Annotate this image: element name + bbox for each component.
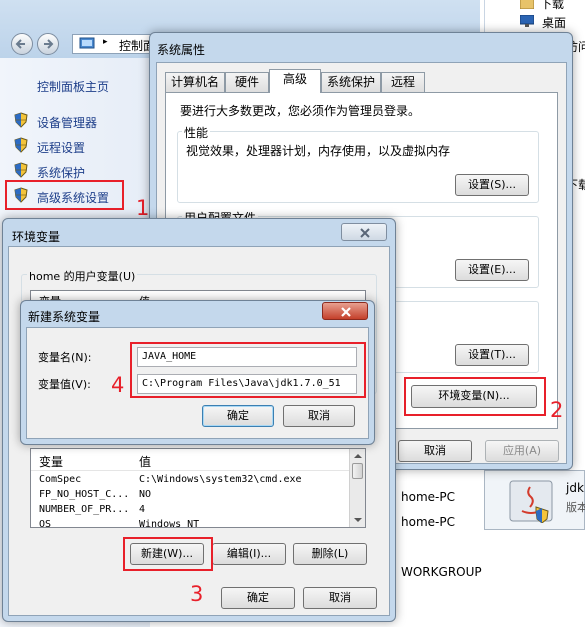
annotation-number-4: 4 (111, 373, 125, 397)
row-var-name: FP_NO_HOST_C... (39, 489, 130, 500)
system-properties-apply-button: 应用(A) (485, 440, 559, 462)
row-var-name: NUMBER_OF_PR... (39, 504, 130, 515)
new-variable-close-button[interactable] (322, 302, 368, 320)
variable-name-label: 变量名(N): (38, 351, 92, 364)
close-icon (341, 307, 351, 317)
row-var-value: Windows_NT (139, 519, 200, 528)
back-button[interactable] (11, 33, 33, 55)
row-var-name: ComSpec (39, 474, 82, 485)
variable-value-label: 变量值(V): (38, 378, 91, 391)
jdk-item-label: jdk (566, 481, 584, 495)
table-row[interactable]: FP_NO_HOST_C... NO (39, 489, 339, 503)
row-var-name: OS (39, 519, 52, 528)
uac-shield-icon (14, 112, 28, 128)
row-var-value: C:\Windows\system32\cmd.exe (139, 474, 302, 485)
full-computer-name-value: home-PC (401, 515, 455, 529)
new-variable-title: 新建系统变量 (28, 310, 101, 324)
tab-advanced[interactable]: 高级 (269, 69, 321, 93)
admin-note: 要进行大多数更改，您必须作为管理员登录。 (180, 104, 421, 118)
new-variable-cancel-button[interactable]: 取消 (283, 405, 355, 427)
uac-shield-icon (14, 162, 28, 178)
system-vars-list[interactable]: 变量 值 ComSpec C:\Windows\system32\cmd.exe… (30, 448, 366, 528)
env-ok-button[interactable]: 确定 (221, 587, 295, 609)
system-properties-cancel-button[interactable]: 取消 (398, 440, 472, 462)
tab-hardware[interactable]: 硬件 (225, 72, 269, 92)
scroll-up-arrow-icon[interactable] (353, 451, 363, 461)
table-row[interactable]: ComSpec C:\Windows\system32\cmd.exe (39, 474, 339, 488)
annotation-number-1: 1 (136, 196, 150, 220)
address-bar[interactable]: ▸ 控制面 (72, 34, 155, 54)
back-arrow-icon (15, 39, 25, 49)
row-var-value: 4 (139, 504, 146, 515)
close-icon (360, 228, 370, 238)
desktop-icon (520, 15, 534, 27)
downloads-folder-icon (520, 0, 534, 9)
jdk-item-sublabel: 版本 (566, 501, 585, 514)
performance-settings-button[interactable]: 设置(S)... (455, 174, 529, 196)
uac-shield-icon (14, 137, 28, 153)
sidebar-item-label: 设备管理器 (37, 116, 98, 130)
table-row[interactable]: OS Windows_NT (39, 519, 339, 528)
performance-description: 视觉效果，处理器计划，内存使用，以及虚拟内存 (186, 144, 451, 158)
annotation-box-3 (123, 537, 213, 571)
tab-system-protection[interactable]: 系统保护 (321, 72, 381, 92)
java-installer-icon (509, 480, 553, 523)
annotation-box-4 (130, 342, 366, 398)
sidebar-item-label: 远程设置 (37, 141, 86, 155)
system-vars-header: 变量 值 (31, 449, 349, 471)
scroll-thumb[interactable] (352, 463, 363, 479)
new-variable-ok-button[interactable]: 确定 (202, 405, 274, 427)
tab-computer-name[interactable]: 计算机名 (165, 72, 225, 92)
system-properties-title: 系统属性 (157, 43, 206, 57)
sidebar-item-label: 系统保护 (37, 166, 86, 180)
environment-variables-title: 环境变量 (12, 230, 61, 244)
system-vars-col-var[interactable]: 变量 (39, 453, 63, 470)
annotation-box-2 (404, 377, 546, 416)
forward-arrow-icon (44, 39, 54, 49)
row-var-value: NO (139, 489, 152, 500)
system-vars-col-val[interactable]: 值 (139, 453, 151, 470)
edit-variable-button[interactable]: 编辑(I)... (212, 543, 286, 565)
delete-variable-button[interactable]: 删除(L) (293, 543, 367, 565)
forward-button[interactable] (37, 33, 59, 55)
annotation-box-1 (5, 180, 124, 210)
user-vars-label: home 的用户变量(U) (27, 268, 138, 284)
user-profiles-settings-button[interactable]: 设置(E)... (455, 259, 529, 281)
annotation-number-3: 3 (190, 582, 204, 606)
env-close-button[interactable] (341, 223, 387, 241)
table-row[interactable]: NUMBER_OF_PR... 4 (39, 504, 339, 518)
workgroup-value: WORKGROUP (401, 565, 482, 579)
system-vars-scrollbar[interactable] (349, 449, 365, 527)
control-panel-icon (79, 37, 95, 49)
sidebar-home-link[interactable]: 控制面板主页 (37, 78, 109, 95)
scroll-down-arrow-icon[interactable] (353, 515, 363, 525)
annotation-number-2: 2 (550, 398, 564, 422)
performance-label: 性能 (182, 124, 211, 141)
startup-recovery-settings-button[interactable]: 设置(T)... (455, 344, 529, 366)
address-chevron-icon: ▸ (103, 37, 108, 47)
nav-item-label: 桌面 (542, 16, 567, 30)
nav-item-label: 下载 (540, 0, 565, 11)
tab-remote[interactable]: 远程 (381, 72, 425, 92)
computer-name-value: home-PC (401, 490, 455, 504)
env-cancel-button[interactable]: 取消 (303, 587, 377, 609)
jdk-installer-item[interactable]: jdk 版本 (508, 477, 585, 523)
